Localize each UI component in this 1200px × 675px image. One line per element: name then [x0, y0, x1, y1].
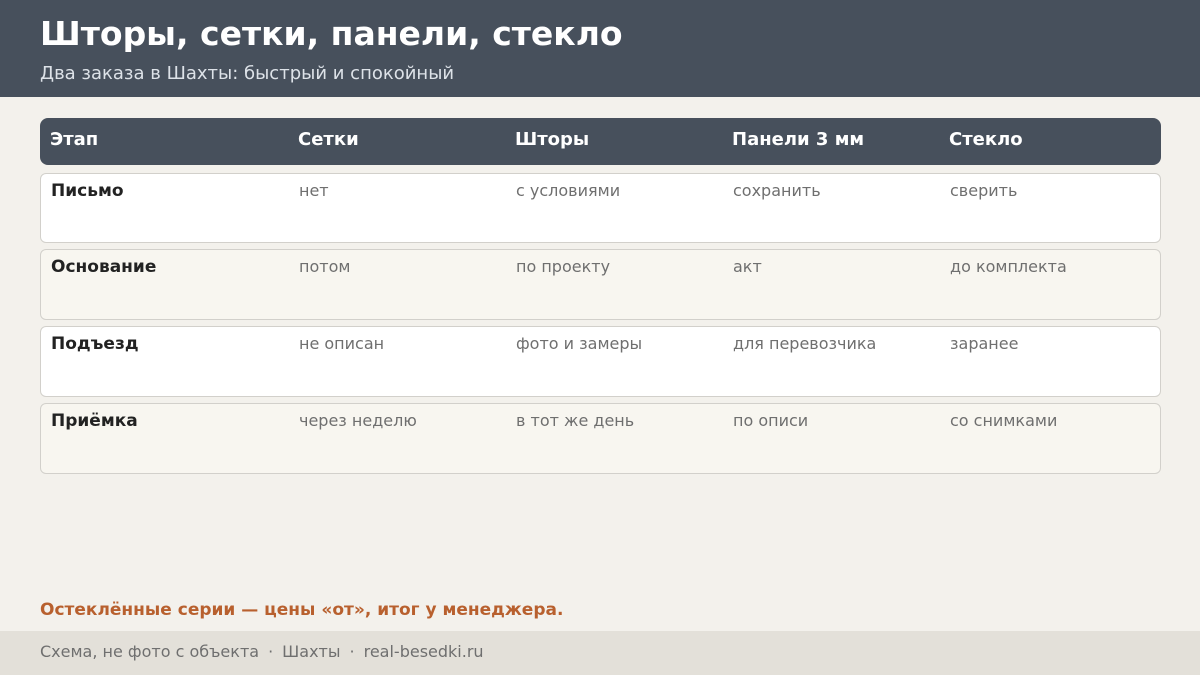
- table-cell: через неделю: [299, 411, 417, 430]
- table-cell: по проекту: [516, 257, 611, 276]
- table-cell: с условиями: [516, 181, 621, 200]
- table-cell: до комплекта: [950, 257, 1067, 276]
- header-bar: Шторы, сетки, панели, стекло Два заказа …: [0, 0, 1200, 97]
- column-header-curtains: Шторы: [515, 129, 590, 150]
- comparison-table: Этап Сетки Шторы Панели 3 мм Стекло Пись…: [40, 118, 1161, 474]
- table-cell: по описи: [733, 411, 809, 430]
- footer-text: Схема, не фото с объекта · Шахты · real-bese…: [40, 642, 484, 661]
- table-cell: нет: [299, 181, 329, 200]
- page-title: Шторы, сетки, панели, стекло: [40, 14, 623, 53]
- price-note: Остеклённые серии — цены «от», итог у ме…: [40, 600, 564, 620]
- table-cell: для перевозчика: [733, 334, 877, 353]
- row-stage-label: Подъезд: [51, 334, 139, 354]
- table-cell: сверить: [950, 181, 1018, 200]
- column-header-glass: Стекло: [949, 129, 1023, 150]
- table-cell: со снимками: [950, 411, 1058, 430]
- footer-separator: ·: [268, 642, 274, 661]
- table-cell: сохранить: [733, 181, 821, 200]
- footer-site-link[interactable]: real-besedki.ru: [364, 642, 484, 661]
- table-cell: не описан: [299, 334, 385, 353]
- row-stage-label: Приёмка: [51, 411, 138, 431]
- column-header-panels: Панели 3 мм: [732, 129, 865, 150]
- footer-disclaimer: Схема, не фото с объекта: [40, 642, 260, 661]
- row-stage-label: Письмо: [51, 181, 124, 201]
- table-cell: фото и замеры: [516, 334, 643, 353]
- footer-city: Шахты: [282, 642, 341, 661]
- table-header: Этап Сетки Шторы Панели 3 мм Стекло: [40, 118, 1161, 165]
- footer-bar: Схема, не фото с объекта · Шахты · real-bese…: [0, 631, 1200, 675]
- table-row: Приёмка через неделю в тот же день по оп…: [40, 403, 1161, 474]
- column-header-nets: Сетки: [298, 129, 359, 150]
- table-cell: потом: [299, 257, 351, 276]
- table-cell: заранее: [950, 334, 1019, 353]
- footer-separator: ·: [349, 642, 355, 661]
- column-header-stage: Этап: [50, 129, 99, 150]
- page-subtitle: Два заказа в Шахты: быстрый и спокойный: [40, 63, 455, 84]
- table-row: Письмо нет с условиями сохранить сверить: [40, 173, 1161, 243]
- table-cell: акт: [733, 257, 762, 276]
- row-stage-label: Основание: [51, 257, 157, 277]
- table-row: Основание потом по проекту акт до компле…: [40, 249, 1161, 320]
- table-row: Подъезд не описан фото и замеры для пере…: [40, 326, 1161, 397]
- table-cell: в тот же день: [516, 411, 635, 430]
